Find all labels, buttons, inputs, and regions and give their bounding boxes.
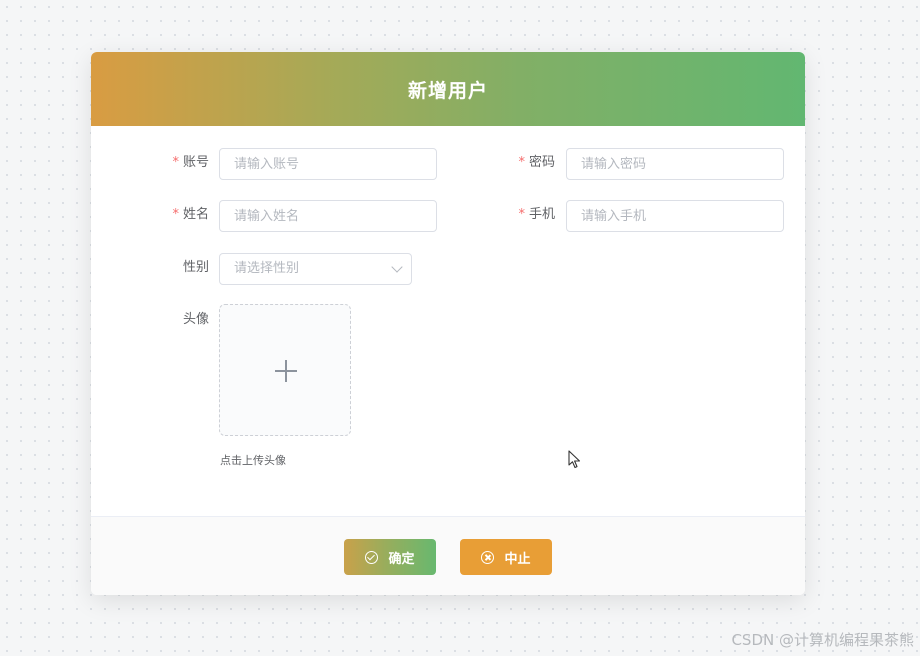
dialog-footer: 确定 中止 bbox=[91, 516, 805, 595]
required-star: * bbox=[518, 207, 525, 222]
name-input[interactable] bbox=[219, 200, 437, 232]
account-input[interactable] bbox=[219, 148, 437, 180]
add-user-dialog: 新增用户 *账号 *密码 *姓名 *手机 性别 请选择性别 头像 点击上传头像 … bbox=[91, 52, 805, 595]
avatar-uploader[interactable] bbox=[219, 304, 351, 436]
mouse-pointer-icon bbox=[568, 450, 581, 469]
password-label: * 密码 bbox=[518, 155, 555, 170]
abort-button[interactable]: 中止 bbox=[460, 539, 552, 575]
gender-select-placeholder: 请选择性别 bbox=[234, 261, 300, 276]
check-circle-icon bbox=[365, 550, 379, 564]
gender-label: 性别 bbox=[182, 260, 209, 275]
close-circle-icon bbox=[481, 550, 495, 564]
dialog-header: 新增用户 bbox=[91, 52, 805, 126]
avatar-upload-tip: 点击上传头像 bbox=[220, 454, 286, 467]
required-star: * bbox=[172, 155, 179, 170]
required-star: * bbox=[172, 207, 179, 222]
avatar-label: 头像 bbox=[182, 312, 209, 327]
gender-select[interactable]: 请选择性别 bbox=[219, 253, 412, 285]
chevron-down-icon bbox=[391, 261, 403, 273]
required-star: * bbox=[518, 155, 525, 170]
password-input[interactable] bbox=[566, 148, 784, 180]
confirm-button-label: 确定 bbox=[388, 551, 415, 567]
account-label: * 账号 bbox=[172, 155, 209, 170]
dialog-title: 新增用户 bbox=[407, 79, 488, 102]
confirm-button[interactable]: 确定 bbox=[344, 539, 436, 575]
name-label: * 姓名 bbox=[172, 207, 209, 222]
plus-icon bbox=[275, 360, 297, 382]
phone-label: * 手机 bbox=[518, 207, 555, 222]
phone-input[interactable] bbox=[566, 200, 784, 232]
watermark: CSDN @计算机编程果茶熊 bbox=[731, 631, 914, 649]
abort-button-label: 中止 bbox=[504, 551, 531, 567]
